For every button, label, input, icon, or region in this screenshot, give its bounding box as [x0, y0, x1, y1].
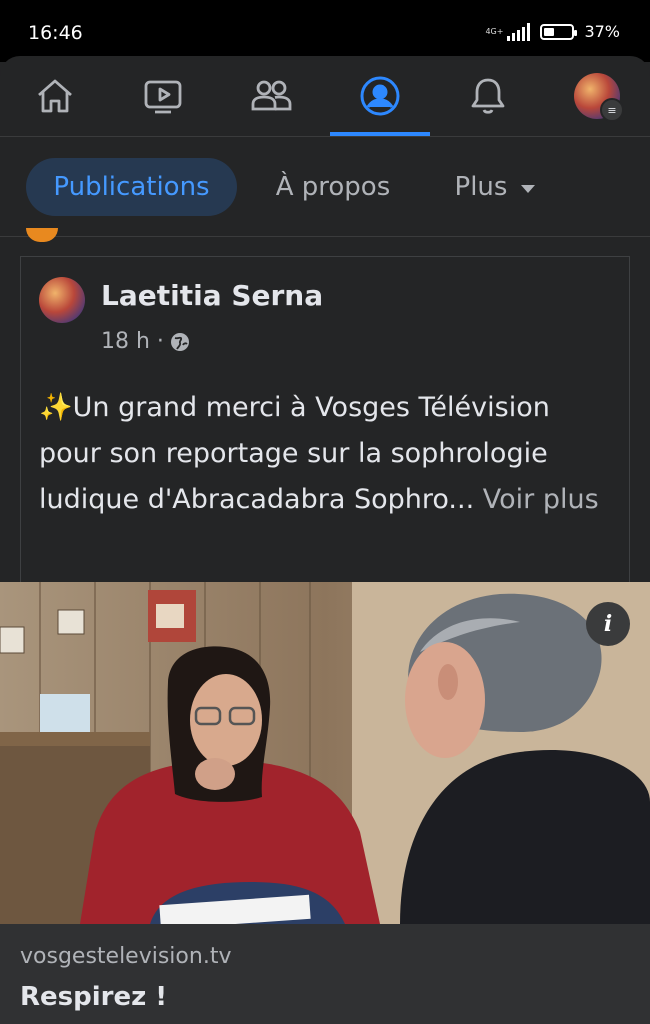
profile-icon — [360, 76, 400, 116]
post-card: Laetitia Serna 18 h · ✨Un grand merci à … — [20, 256, 630, 582]
nav-menu[interactable]: ≡ — [542, 56, 650, 136]
network-type: 4G+ — [485, 26, 504, 36]
link-domain: vosgestelevision.tv — [20, 944, 232, 969]
see-more-link[interactable]: Voir plus — [483, 484, 599, 515]
facebook-app: ≡ Publications À propos Plus Laetitia Se… — [0, 56, 650, 1024]
battery-percent: 37% — [584, 22, 620, 41]
status-time: 16:46 — [28, 22, 83, 44]
status-bar: 16:46 4G+ 37% — [0, 0, 650, 62]
tab-about-label: À propos — [275, 172, 391, 202]
menu-icon: ≡ — [600, 98, 624, 122]
post-author[interactable]: Laetitia Serna — [101, 279, 323, 312]
interview-photo — [0, 582, 650, 924]
link-preview[interactable]: vosgestelevision.tv Respirez ! — [0, 924, 650, 1024]
post-time[interactable]: 18 h · — [101, 329, 164, 354]
nav-watch[interactable] — [108, 56, 218, 136]
post-text: ✨Un grand merci à Vosges Télévision pour… — [39, 385, 609, 523]
video-icon — [144, 80, 182, 114]
bell-icon — [471, 78, 505, 114]
link-title: Respirez ! — [20, 982, 168, 1012]
profile-tabs: Publications À propos Plus — [0, 136, 650, 237]
nav-notifications[interactable] — [433, 56, 543, 136]
battery-icon — [540, 23, 578, 40]
status-indicators: 4G+ 37% — [485, 22, 620, 41]
tab-more[interactable]: Plus — [440, 158, 550, 216]
caret-down-icon — [521, 185, 536, 193]
globe-icon — [170, 332, 189, 351]
info-icon[interactable]: i — [586, 602, 630, 646]
avatar[interactable] — [39, 277, 85, 323]
signal-icon — [507, 22, 531, 41]
top-navigation: ≡ — [0, 56, 650, 137]
nav-profile[interactable] — [325, 56, 435, 136]
home-icon — [38, 79, 72, 113]
avatar: ≡ — [574, 73, 624, 122]
nav-home[interactable] — [0, 56, 110, 136]
tab-about[interactable]: À propos — [258, 158, 408, 216]
nav-groups[interactable] — [216, 56, 326, 136]
tab-publications-label: Publications — [53, 172, 210, 202]
tab-more-label: Plus — [454, 172, 508, 202]
tab-publications[interactable]: Publications — [26, 158, 237, 216]
post-image[interactable]: i — [0, 582, 650, 924]
post-meta: 18 h · — [101, 329, 190, 354]
previous-post-marker — [26, 228, 58, 242]
groups-icon — [251, 80, 292, 111]
post-body: ✨Un grand merci à Vosges Télévision pour… — [39, 392, 550, 515]
